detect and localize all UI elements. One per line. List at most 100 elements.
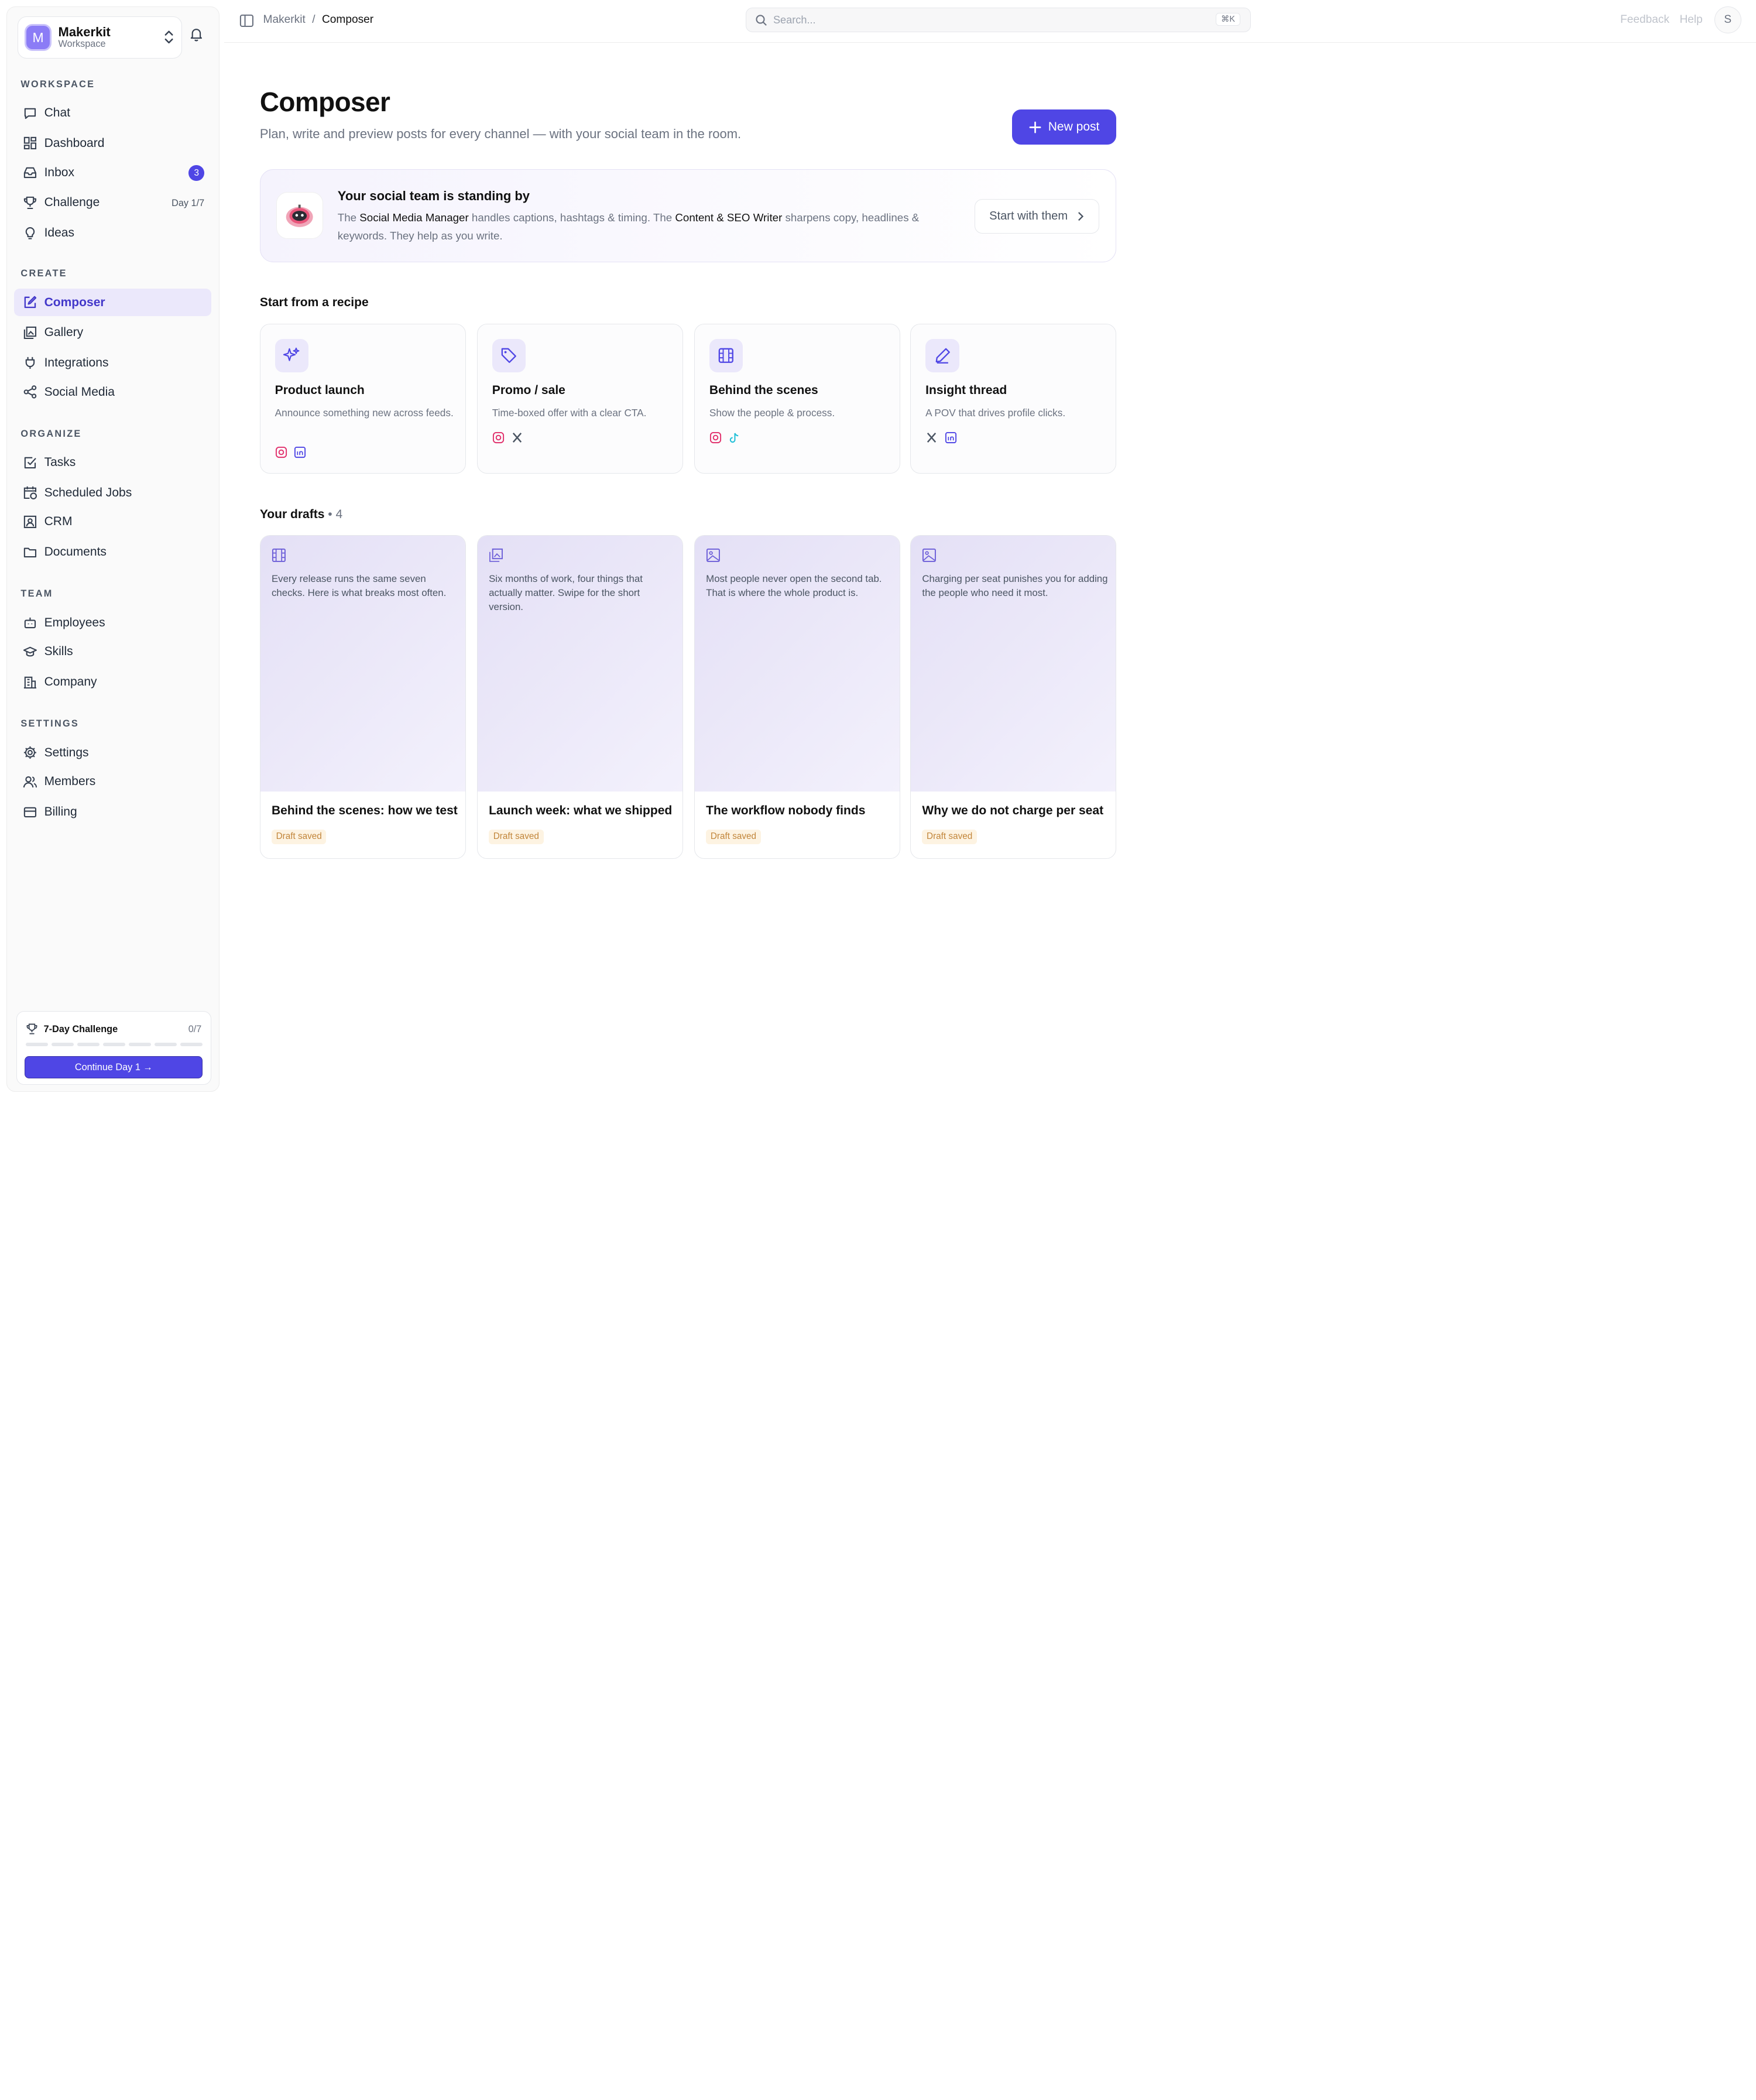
section-label-workspace: WORKSPACE: [20, 78, 95, 90]
recipe-card-promo-sale[interactable]: Promo / sale Time-boxed offer with a cle…: [476, 323, 683, 474]
help-link[interactable]: Help: [1679, 13, 1702, 26]
sidebar-toggle-icon[interactable]: [239, 13, 254, 28]
user-avatar[interactable]: S: [1714, 6, 1741, 34]
sidebar-item-skills[interactable]: Skills: [14, 638, 211, 666]
sidebar-item-inbox[interactable]: Inbox 3: [14, 159, 211, 187]
compose-icon: [23, 295, 37, 310]
section-label-organize: ORGANIZE: [20, 428, 82, 439]
sparkles-icon: [275, 338, 309, 373]
sidebar-item-label: Social Media: [44, 385, 115, 399]
sidebar-item-challenge[interactable]: Challenge Day 1/7: [14, 189, 211, 217]
draft-preview: Every release runs the same seven checks…: [260, 536, 465, 792]
new-post-label: New post: [1048, 120, 1100, 134]
sidebar-item-social-media[interactable]: Social Media: [14, 378, 211, 406]
recipe-title: Behind the scenes: [709, 383, 818, 398]
drafts-heading: Your drafts • 4: [260, 508, 342, 522]
bell-icon[interactable]: [188, 26, 204, 42]
sidebar-item-company[interactable]: Company: [14, 668, 211, 696]
sidebar-item-crm[interactable]: CRM: [14, 508, 211, 536]
workspace-avatar: M: [25, 24, 52, 52]
sidebar-item-billing[interactable]: Billing: [14, 798, 211, 826]
progress-segment: [180, 1043, 203, 1046]
sidebar-item-label: Ideas: [44, 225, 75, 239]
draft-title: Launch week: what we shipped: [489, 803, 673, 817]
recipe-platforms: [275, 446, 307, 458]
recipe-card-product-launch[interactable]: Product launch Announce something new ac…: [259, 323, 466, 474]
share-icon: [23, 385, 37, 399]
sidebar-item-chat[interactable]: Chat: [14, 99, 211, 127]
draft-card[interactable]: Most people never open the second tab. T…: [694, 535, 901, 859]
draft-card[interactable]: Every release runs the same seven checks…: [259, 535, 466, 859]
sidebar-item-label: Gallery: [44, 326, 84, 340]
sidebar-item-tasks[interactable]: Tasks: [14, 448, 211, 477]
sidebar-item-composer[interactable]: Composer: [13, 288, 211, 317]
sidebar-item-label: Challenge: [44, 196, 100, 210]
tiktok-icon: [728, 431, 740, 444]
search-icon: [756, 15, 767, 26]
feedback-link[interactable]: Feedback: [1620, 13, 1669, 26]
draft-preview: Most people never open the second tab. T…: [695, 536, 900, 792]
draft-card[interactable]: Charging per seat punishes you for addin…: [910, 535, 1117, 859]
breadcrumb-current: Composer: [322, 13, 374, 26]
checkbox-icon: [23, 455, 37, 470]
sidebar-item-label: Chat: [44, 106, 70, 120]
progress-segment: [26, 1043, 49, 1046]
sidebar-item-label: Composer: [44, 295, 105, 309]
trophy-icon: [23, 196, 37, 210]
plus-icon: [1029, 121, 1041, 133]
gear-icon: [23, 745, 37, 760]
search-bar[interactable]: ⌘K: [746, 8, 1251, 33]
sidebar-item-integrations[interactable]: Integrations: [14, 349, 211, 377]
recipe-description: A POV that drives profile clicks.: [925, 407, 1066, 419]
draft-status-badge: Draft saved: [706, 829, 761, 845]
robot-mascot-icon: [276, 192, 323, 239]
draft-card[interactable]: Six months of work, four things that act…: [476, 535, 683, 859]
sidebar-item-dashboard[interactable]: Dashboard: [14, 129, 211, 157]
image-icon: [706, 549, 721, 563]
sidebar-item-employees[interactable]: Employees: [14, 609, 211, 637]
banner-text: handles captions, hashtags & timing. The: [468, 211, 675, 224]
recipe-description: Show the people & process.: [709, 407, 835, 419]
recipes-heading: Start from a recipe: [259, 296, 369, 310]
credit-card-icon: [23, 805, 37, 820]
role-social-media-manager: Social Media Manager: [359, 211, 469, 224]
pen-icon: [925, 338, 959, 373]
recipe-card-insight-thread[interactable]: Insight thread A POV that drives profile…: [910, 323, 1117, 474]
dashboard-icon: [23, 136, 37, 150]
sidebar-item-settings[interactable]: Settings: [14, 739, 211, 767]
challenge-card: 7-Day Challenge 0/7 Continue Day 1 →: [16, 1010, 211, 1085]
workspace-subtitle: Workspace: [58, 39, 106, 50]
sidebar-item-members[interactable]: Members: [14, 768, 211, 796]
continue-challenge-button[interactable]: Continue Day 1 →: [25, 1056, 203, 1079]
bot-icon: [23, 615, 37, 630]
draft-excerpt: Every release runs the same seven checks…: [271, 573, 447, 598]
draft-status-badge: Draft saved: [271, 829, 327, 845]
recipe-card-behind-the-scenes[interactable]: Behind the scenes Show the people & proc…: [694, 323, 901, 474]
start-with-them-button[interactable]: Start with them: [975, 198, 1099, 234]
instagram-icon: [275, 446, 287, 458]
sidebar-item-gallery[interactable]: Gallery: [14, 318, 211, 347]
sidebar-item-label: Integrations: [44, 355, 109, 369]
section-label-settings: SETTINGS: [20, 718, 80, 729]
sidebar-item-label: Settings: [44, 745, 89, 759]
progress-segment: [77, 1043, 100, 1046]
new-post-button[interactable]: New post: [1012, 109, 1117, 145]
search-input[interactable]: [773, 13, 1199, 26]
workspace-switcher[interactable]: M Makerkit Workspace: [17, 16, 182, 59]
page-title: Composer: [259, 87, 390, 118]
inbox-count-badge: 3: [188, 165, 205, 181]
draft-title: The workflow nobody finds: [706, 803, 866, 817]
drafts-count: • 4: [328, 507, 343, 521]
breadcrumb-item[interactable]: Makerkit: [263, 13, 306, 26]
recipe-description: Time-boxed offer with a clear CTA.: [492, 407, 647, 419]
sidebar-item-scheduled-jobs[interactable]: Scheduled Jobs: [14, 479, 211, 507]
images-icon: [489, 549, 503, 563]
sidebar-item-label: Documents: [44, 545, 107, 559]
contact-icon: [23, 515, 37, 529]
sidebar-item-ideas[interactable]: Ideas: [14, 219, 211, 247]
progress-segment: [52, 1043, 74, 1046]
sidebar-item-documents[interactable]: Documents: [14, 538, 211, 566]
chevrons-up-down-icon: [164, 30, 173, 43]
sidebar-item-label: Inbox: [44, 165, 75, 179]
trophy-icon: [26, 1023, 37, 1034]
